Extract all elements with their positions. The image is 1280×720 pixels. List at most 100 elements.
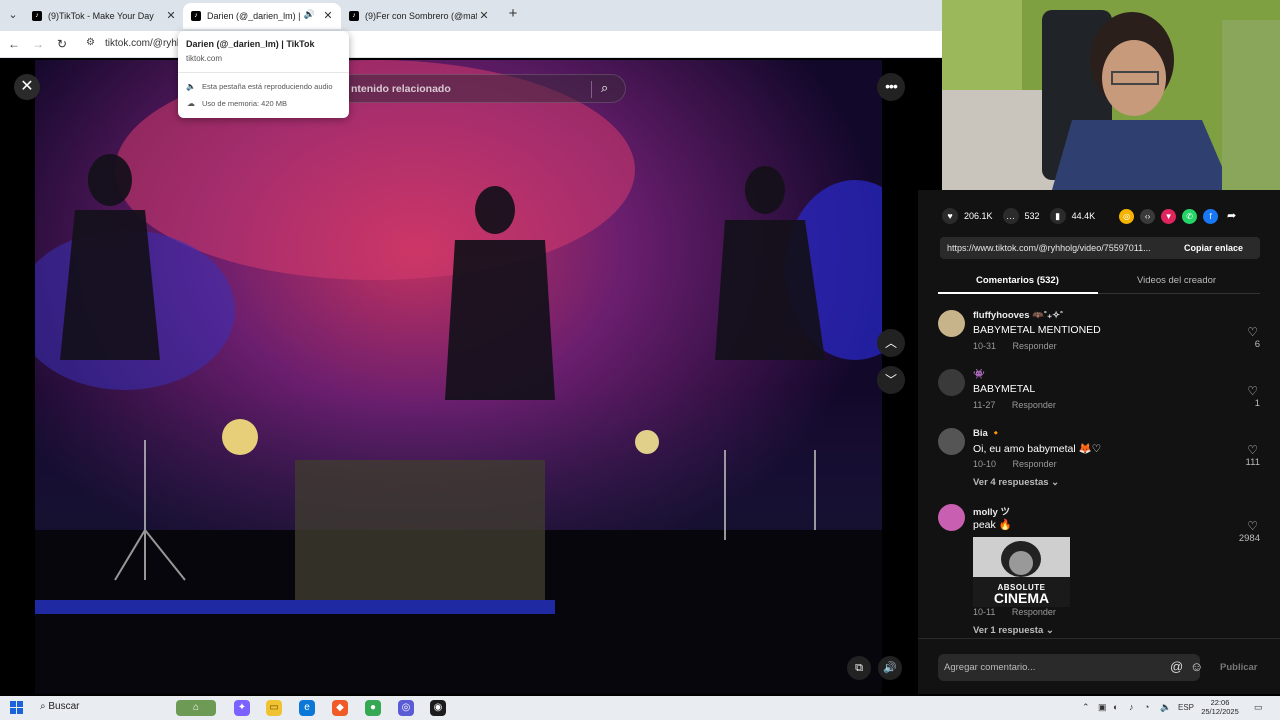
site-info-icon[interactable]: ⚙: [86, 37, 95, 48]
whatsapp-icon[interactable]: ✆: [1182, 208, 1198, 224]
tray-chevron-up-icon[interactable]: ⌃: [1082, 702, 1090, 713]
tab-list-chevron-icon[interactable]: ⌄: [4, 6, 22, 24]
search-icon[interactable]: ⌕: [601, 80, 608, 96]
clock[interactable]: 22:06 25/12/2025: [1196, 698, 1244, 716]
wifi-icon[interactable]: ◔: [1144, 702, 1149, 712]
comment-username[interactable]: Bia 🔸: [973, 428, 1002, 439]
tab-close-icon[interactable]: ✕: [477, 9, 491, 23]
tab-close-icon[interactable]: ✕: [321, 9, 335, 23]
discord-icon[interactable]: ◎: [398, 700, 414, 716]
comment-meme-image[interactable]: ABSOLUTE CINEMA: [973, 537, 1070, 607]
video-link-url[interactable]: https://www.tiktok.com/@ryhholg/video/75…: [947, 243, 1175, 253]
reply-button[interactable]: Responder: [1012, 400, 1056, 410]
new-tab-plus-icon[interactable]: +: [505, 6, 521, 22]
comment-text: Oi, eu amo babymetal 🦊♡: [973, 443, 1102, 455]
comment-stat[interactable]: … 532: [1002, 208, 1040, 224]
browser-tab-tiktok-home[interactable]: ♪ (9)TikTok - Make Your Day ✕: [24, 3, 184, 29]
reply-button[interactable]: Responder: [1013, 459, 1057, 469]
view-replies-button[interactable]: Ver 4 respuestas ⌄: [973, 477, 1059, 488]
tab-title: (9)TikTok - Make Your Day: [48, 11, 154, 21]
video-player[interactable]: [35, 60, 882, 694]
heart-outline-icon[interactable]: ♡: [1220, 443, 1260, 457]
tray-app-icon[interactable]: ▣: [1098, 702, 1107, 713]
chevron-down-icon: ⌄: [1051, 477, 1060, 488]
heart-icon[interactable]: ♥: [942, 208, 958, 224]
language-indicator[interactable]: ESP: [1178, 703, 1194, 712]
tray-mic-icon[interactable]: ♪: [1129, 702, 1134, 712]
close-video-icon[interactable]: ✕: [14, 74, 40, 100]
comment-date: 11-27: [973, 400, 996, 410]
floating-player-icon[interactable]: ⧉: [847, 656, 871, 680]
comment-like-count: 1: [1254, 398, 1260, 409]
windows-start-icon[interactable]: [10, 701, 24, 715]
tab-close-icon[interactable]: ✕: [164, 9, 178, 23]
copilot-icon[interactable]: ✦: [234, 700, 250, 716]
emoji-icon[interactable]: ☺: [1190, 659, 1203, 674]
comment-like-count: 2984: [1238, 533, 1260, 544]
reload-icon[interactable]: ↻: [54, 36, 70, 52]
save-stat[interactable]: ▮ 44.4K: [1049, 208, 1095, 224]
back-arrow-icon[interactable]: ←: [6, 36, 22, 52]
reply-button[interactable]: Responder: [1013, 341, 1057, 351]
obs-studio-icon[interactable]: ◉: [430, 700, 446, 716]
copy-link-button[interactable]: Copiar enlace: [1184, 243, 1243, 253]
widgets-icon[interactable]: ⌂: [176, 700, 216, 716]
send-share-icon[interactable]: ▼: [1161, 208, 1177, 224]
comment-like[interactable]: ♡ 1: [1220, 384, 1260, 409]
avatar[interactable]: [938, 428, 965, 455]
taskbar-search[interactable]: ⌕ Buscar: [40, 701, 80, 712]
forward-arrow-icon[interactable]: →: [30, 36, 46, 52]
url-field[interactable]: tiktok.com/@ryhh: [105, 38, 182, 49]
comment-like[interactable]: ♡ 6: [1220, 325, 1260, 350]
comment-text: peak 🔥: [973, 519, 1012, 531]
comment-like[interactable]: ♡ 2984: [1220, 519, 1260, 544]
tab-comments[interactable]: Comentarios (532): [976, 275, 1059, 286]
comment-bubble-icon[interactable]: …: [1002, 208, 1019, 224]
avatar[interactable]: [938, 504, 965, 531]
next-video-chevron-down-icon[interactable]: ﹀: [877, 366, 905, 394]
browser-tab-darien[interactable]: ♪ Darien (@_darien_lm) | TikTok 🔊 ✕: [183, 3, 341, 29]
tray-network-icon[interactable]: ◐: [1113, 702, 1118, 712]
like-stat[interactable]: ♥ 206.1K: [942, 208, 993, 224]
notifications-icon[interactable]: ▭: [1254, 702, 1263, 713]
taskbar-search-label: Buscar: [48, 701, 80, 712]
related-content-search[interactable]: ntenido relacionado ⌕: [338, 74, 626, 103]
reply-button[interactable]: Responder: [1012, 607, 1056, 617]
video-stats: ♥ 206.1K … 532 ▮ 44.4K ◎ ‹› ▼ ✆ f ➦: [942, 206, 1272, 226]
avatar[interactable]: [938, 369, 965, 396]
mention-icon[interactable]: @: [1170, 659, 1183, 674]
edge-browser-icon[interactable]: e: [299, 700, 315, 716]
heart-outline-icon[interactable]: ♡: [1220, 384, 1260, 398]
browser-tab-bar: ⌄ ♪ (9)TikTok - Make Your Day ✕ ♪ Darien…: [0, 0, 942, 31]
file-explorer-icon[interactable]: ▭: [266, 700, 282, 716]
comment-username[interactable]: molly ツ: [973, 504, 1010, 518]
comment-username[interactable]: fluffyhooves 🦇˚₊✧˚: [973, 310, 1063, 321]
embed-code-icon[interactable]: ‹›: [1140, 208, 1156, 224]
chrome-browser-icon[interactable]: ●: [365, 700, 381, 716]
comment-item: fluffyhooves 🦇˚₊✧˚ BABYMETAL MENTIONED 1…: [938, 310, 1260, 360]
comment-like[interactable]: ♡ 111: [1220, 443, 1260, 468]
publish-button[interactable]: Publicar: [1220, 662, 1258, 673]
facebook-icon[interactable]: f: [1203, 208, 1219, 224]
share-arrow-icon[interactable]: ➦: [1224, 209, 1239, 224]
coin-share-icon[interactable]: ◎: [1119, 208, 1135, 224]
comment-date: 10-31: [973, 341, 997, 351]
bookmark-icon[interactable]: ▮: [1049, 208, 1066, 224]
brave-browser-icon[interactable]: ◆: [332, 700, 348, 716]
heart-outline-icon[interactable]: ♡: [1220, 519, 1260, 533]
more-options-icon[interactable]: •••: [877, 73, 905, 101]
browser-tab-fer-con-sombrero[interactable]: ♪ (9)Fer con Sombrero (@mafioso ✕: [341, 3, 497, 29]
tray-volume-icon[interactable]: 🔈: [1160, 702, 1171, 713]
avatar[interactable]: [938, 310, 965, 337]
comment-username[interactable]: 👾: [973, 369, 985, 380]
tab-title: (9)Fer con Sombrero (@mafioso: [365, 11, 477, 21]
volume-icon[interactable]: 🔊: [878, 656, 902, 680]
view-replies-button[interactable]: Ver 1 respuesta ⌄: [973, 625, 1054, 636]
speaker-icon[interactable]: 🔊: [304, 9, 315, 20]
windows-taskbar: ⌕ Buscar ⌂ ✦ ▭ e ◆ ● ◎ ◉ ⌃ ▣ ◐ ♪ ◔ 🔈 ESP…: [0, 696, 1280, 720]
previous-video-chevron-up-icon[interactable]: ︿: [877, 329, 905, 357]
comment-input[interactable]: Agregar comentario... @ ☺: [938, 654, 1203, 681]
heart-outline-icon[interactable]: ♡: [1220, 325, 1260, 339]
meme-caption-bottom: CINEMA: [993, 590, 1050, 606]
tab-creator-videos[interactable]: Videos del creador: [1137, 275, 1216, 286]
